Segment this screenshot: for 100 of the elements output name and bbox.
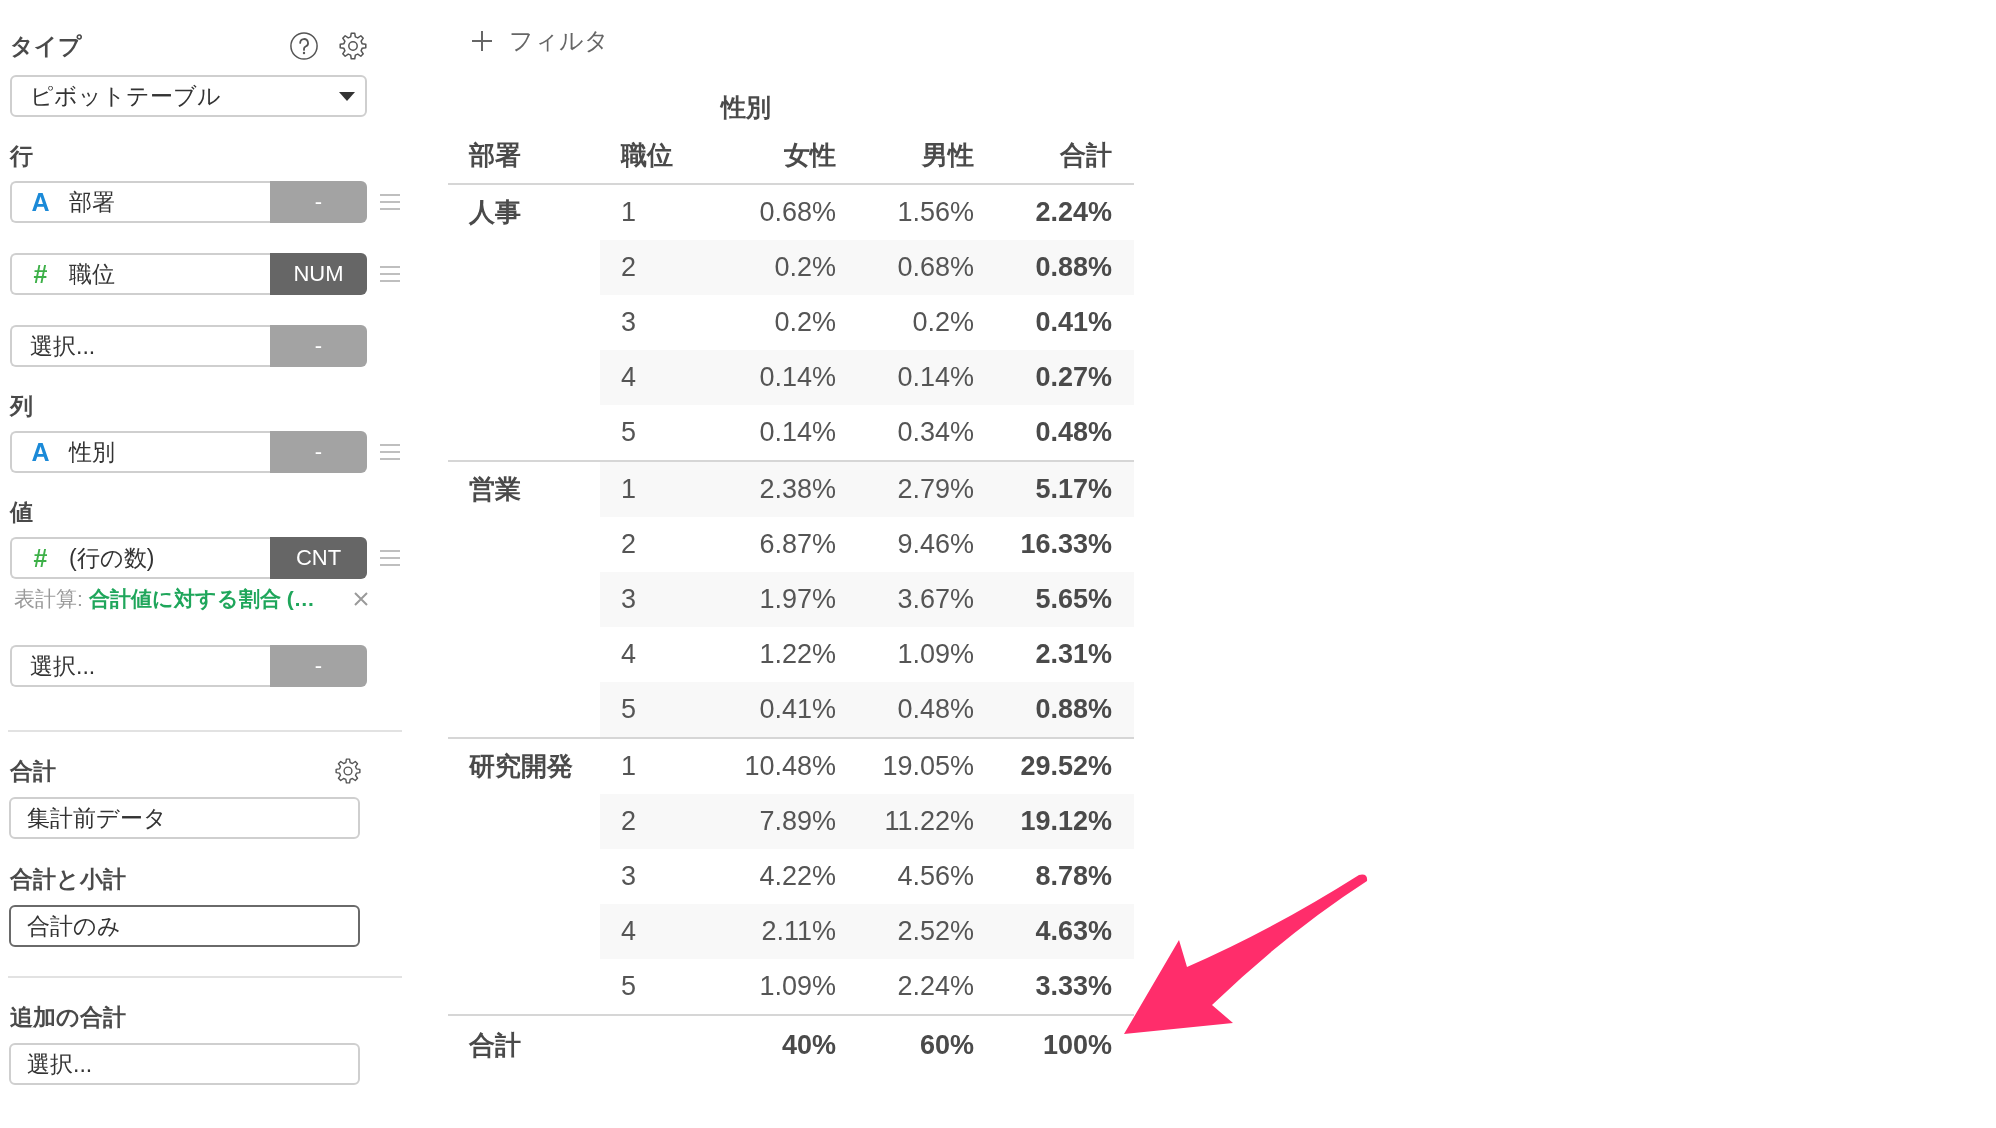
table-cell: 2 <box>621 252 637 282</box>
select-field[interactable]: 選択... <box>9 1043 360 1085</box>
caret-icon <box>339 91 355 101</box>
table-cell: 4 <box>621 639 637 669</box>
table-cell: 4 <box>621 362 637 392</box>
column-header: 職位 <box>621 140 673 170</box>
table-cell: 8.78% <box>1035 861 1112 891</box>
table-cell: 2.38% <box>759 474 836 504</box>
table-cell: 3.67% <box>897 584 974 614</box>
table-cell: 3 <box>621 307 637 337</box>
table-cell: 0.48% <box>897 694 974 724</box>
table-cell: 4.22% <box>759 861 836 891</box>
table-cell: 2.24% <box>1035 197 1112 227</box>
table-cell: 0.68% <box>759 197 836 227</box>
type-icon: A <box>30 187 51 217</box>
aggregation-button[interactable]: CNT <box>270 537 367 579</box>
table-cell: 3 <box>621 861 637 891</box>
type-icon: # <box>30 543 51 573</box>
table-cell: 4 <box>621 916 637 946</box>
table-cell: 1.09% <box>897 639 974 669</box>
table-cell: 2 <box>621 806 637 836</box>
row-header: 研究開発 <box>469 750 573 783</box>
field-selector[interactable]: # (行の数) <box>10 537 270 579</box>
plus-icon <box>472 31 492 51</box>
drag-handle-icon[interactable] <box>380 194 400 210</box>
field-selector[interactable]: 選択... <box>10 325 270 367</box>
field-selector[interactable]: A 性別 <box>10 431 270 473</box>
table-cell: 0.34% <box>897 417 974 447</box>
column-group-header: 性別 <box>721 91 771 123</box>
table-cell: 1 <box>621 474 637 504</box>
field-selector[interactable]: 選択... <box>10 645 270 687</box>
table-cell: 0.41% <box>1035 307 1112 337</box>
row-header: 合計 <box>469 1029 521 1060</box>
filter-button[interactable]: フィルタ <box>462 23 619 59</box>
table-cell: 2.11% <box>761 916 836 946</box>
table-cell: 3.33% <box>1035 971 1112 1001</box>
table-cell: 2 <box>621 529 637 559</box>
table-calc-label: 表計算: <box>14 586 83 612</box>
section-label: 合計と小計 <box>10 865 126 894</box>
column-header: 男性 <box>922 140 974 170</box>
table-cell: 0.2% <box>774 307 836 337</box>
table-cell: 1.56% <box>897 197 974 227</box>
drag-handle-icon[interactable] <box>380 266 400 282</box>
table-cell: 5 <box>621 971 637 1001</box>
type-icon: A <box>30 437 51 467</box>
table-cell: 9.46% <box>897 529 974 559</box>
table-cell: 5.65% <box>1035 584 1112 614</box>
table-cell: 60% <box>919 1029 974 1060</box>
table-cell: 1.97% <box>759 584 836 614</box>
table-cell: 3 <box>621 584 637 614</box>
settings-icon[interactable] <box>339 32 367 60</box>
table-cell: 2.31% <box>1035 639 1112 669</box>
row-header: 営業 <box>469 473 521 506</box>
table-cell: 2.24% <box>897 971 974 1001</box>
section-label: 値 <box>10 498 33 527</box>
settings-icon[interactable] <box>335 758 361 784</box>
table-cell: 100% <box>1042 1029 1112 1060</box>
column-header: 部署 <box>469 140 521 170</box>
table-cell: 1.09% <box>759 971 836 1001</box>
table-cell: 7.89% <box>759 806 836 836</box>
table-cell: 0.14% <box>759 417 836 447</box>
column-header: 合計 <box>1060 140 1112 170</box>
table-cell: 2.52% <box>897 916 974 946</box>
type-icon: # <box>30 259 51 289</box>
table-cell: 0.68% <box>897 252 974 282</box>
section-label: 合計 <box>10 757 56 786</box>
table-cell: 10.48% <box>744 751 836 781</box>
aggregation-button[interactable]: NUM <box>270 253 367 295</box>
table-cell: 5.17% <box>1035 474 1112 504</box>
table-cell: 0.48% <box>1035 417 1112 447</box>
field-selector[interactable]: A 部署 <box>10 181 270 223</box>
section-label: タイプ <box>10 32 82 61</box>
type-dropdown[interactable]: ピボットテーブル <box>10 75 367 117</box>
table-cell: 1.22% <box>759 639 836 669</box>
drag-handle-icon[interactable] <box>380 550 400 566</box>
table-cell: 5 <box>621 694 637 724</box>
table-cell: 19.05% <box>882 751 974 781</box>
table-cell: 0.14% <box>897 362 974 392</box>
select-field[interactable]: 合計のみ <box>9 905 360 947</box>
table-cell: 1 <box>621 751 637 781</box>
select-field[interactable]: 集計前データ <box>9 797 360 839</box>
table-cell: 40% <box>781 1029 836 1060</box>
field-selector[interactable]: # 職位 <box>10 253 270 295</box>
section-label: 行 <box>10 142 33 171</box>
table-cell: 0.2% <box>912 307 974 337</box>
table-cell: 16.33% <box>1020 529 1112 559</box>
close-icon[interactable] <box>354 592 368 606</box>
table-cell: 0.27% <box>1035 362 1112 392</box>
table-cell: 0.88% <box>1035 694 1112 724</box>
help-icon[interactable] <box>290 32 318 60</box>
table-cell: 0.88% <box>1035 252 1112 282</box>
table-cell: 4.56% <box>897 861 974 891</box>
row-header: 人事 <box>469 196 521 229</box>
drag-handle-icon[interactable] <box>380 444 400 460</box>
table-cell: 0.41% <box>759 694 836 724</box>
table-cell: 4.63% <box>1035 916 1112 946</box>
table-cell: 2.79% <box>897 474 974 504</box>
table-cell: 0.2% <box>774 252 836 282</box>
table-cell: 19.12% <box>1020 806 1112 836</box>
table-cell: 0.14% <box>759 362 836 392</box>
